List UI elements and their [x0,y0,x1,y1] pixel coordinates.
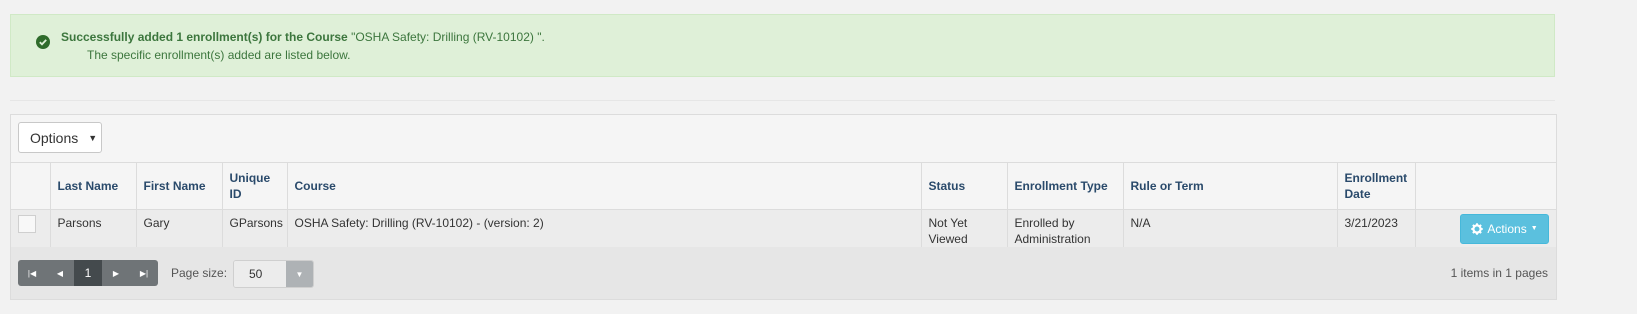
pager-buttons: |◀ ◀ 1 ▶ ▶| [18,260,158,286]
cell-last-name: Parsons [50,209,137,247]
select-column-header [11,163,51,209]
options-button[interactable]: Options ▼ [18,122,102,153]
current-page-button[interactable]: 1 [74,260,102,286]
alert-bold-text: Successfully added 1 enrollment(s) for t… [61,30,352,44]
cell-rule-or-term: N/A [1123,209,1338,247]
actions-button[interactable]: Actions ▼ [1460,213,1549,244]
check-circle-icon [36,35,50,49]
pager: |◀ ◀ 1 ▶ ▶| Page size: 50 ▼ 1 items in 1… [11,247,1556,299]
page-size-value: 50 [234,261,286,287]
cell-first-name: Gary [136,209,223,247]
cell-actions: Actions ▼ [1415,209,1556,247]
cell-status: Not Yet Viewed [921,209,1008,247]
page-size-select[interactable]: 50 ▼ [233,260,314,288]
column-header-unique-id[interactable]: Unique ID [222,163,288,209]
column-header-status[interactable]: Status [921,163,1008,209]
last-page-icon[interactable]: ▶| [130,260,158,286]
column-header-enrollment-type[interactable]: Enrollment Type [1007,163,1124,209]
pager-info: 1 items in 1 pages [1450,266,1548,280]
row-checkbox[interactable] [18,214,36,233]
first-page-icon[interactable]: |◀ [18,260,46,286]
alert-detail: The specific enrollment(s) added are lis… [87,48,351,62]
column-header-rule-or-term[interactable]: Rule or Term [1123,163,1338,209]
column-header-course[interactable]: Course [287,163,922,209]
table-header-row: Last Name First Name Unique ID Course St… [11,163,1556,209]
enrollment-table: Last Name First Name Unique ID Course St… [11,163,1556,248]
column-header-enrollment-date[interactable]: Enrollment Date [1337,163,1416,209]
cell-course: OSHA Safety: Drilling (RV-10102) - (vers… [287,209,922,247]
grid-toolbar: Options ▼ [11,115,1556,163]
select-cell [11,209,51,247]
gear-icon [1471,222,1484,235]
alert-course-text: "OSHA Safety: Drilling (RV-10102) ". [351,30,545,44]
cell-enrollment-type: Enrolled by Administration [1007,209,1124,247]
column-header-last-name[interactable]: Last Name [50,163,137,209]
alert-message: Successfully added 1 enrollment(s) for t… [61,30,545,44]
actions-label: Actions [1487,221,1527,236]
enrollment-grid: Options ▼ Last Name First Name Unique ID… [10,114,1557,300]
caret-down-icon: ▼ [88,132,98,143]
caret-down-icon: ▼ [1530,224,1538,232]
cell-unique-id: GParsons [222,209,288,247]
column-header-first-name[interactable]: First Name [136,163,223,209]
chevron-down-icon[interactable]: ▼ [286,261,313,287]
success-alert: Successfully added 1 enrollment(s) for t… [10,14,1555,77]
options-label: Options [30,129,79,146]
table-row: Parsons Gary GParsons OSHA Safety: Drill… [11,209,1556,247]
next-page-icon[interactable]: ▶ [102,260,130,286]
actions-column-header [1415,163,1556,209]
prev-page-icon[interactable]: ◀ [46,260,74,286]
divider [10,100,1555,101]
cell-enrollment-date: 3/21/2023 [1337,209,1416,247]
page-size-label: Page size: [171,266,228,280]
